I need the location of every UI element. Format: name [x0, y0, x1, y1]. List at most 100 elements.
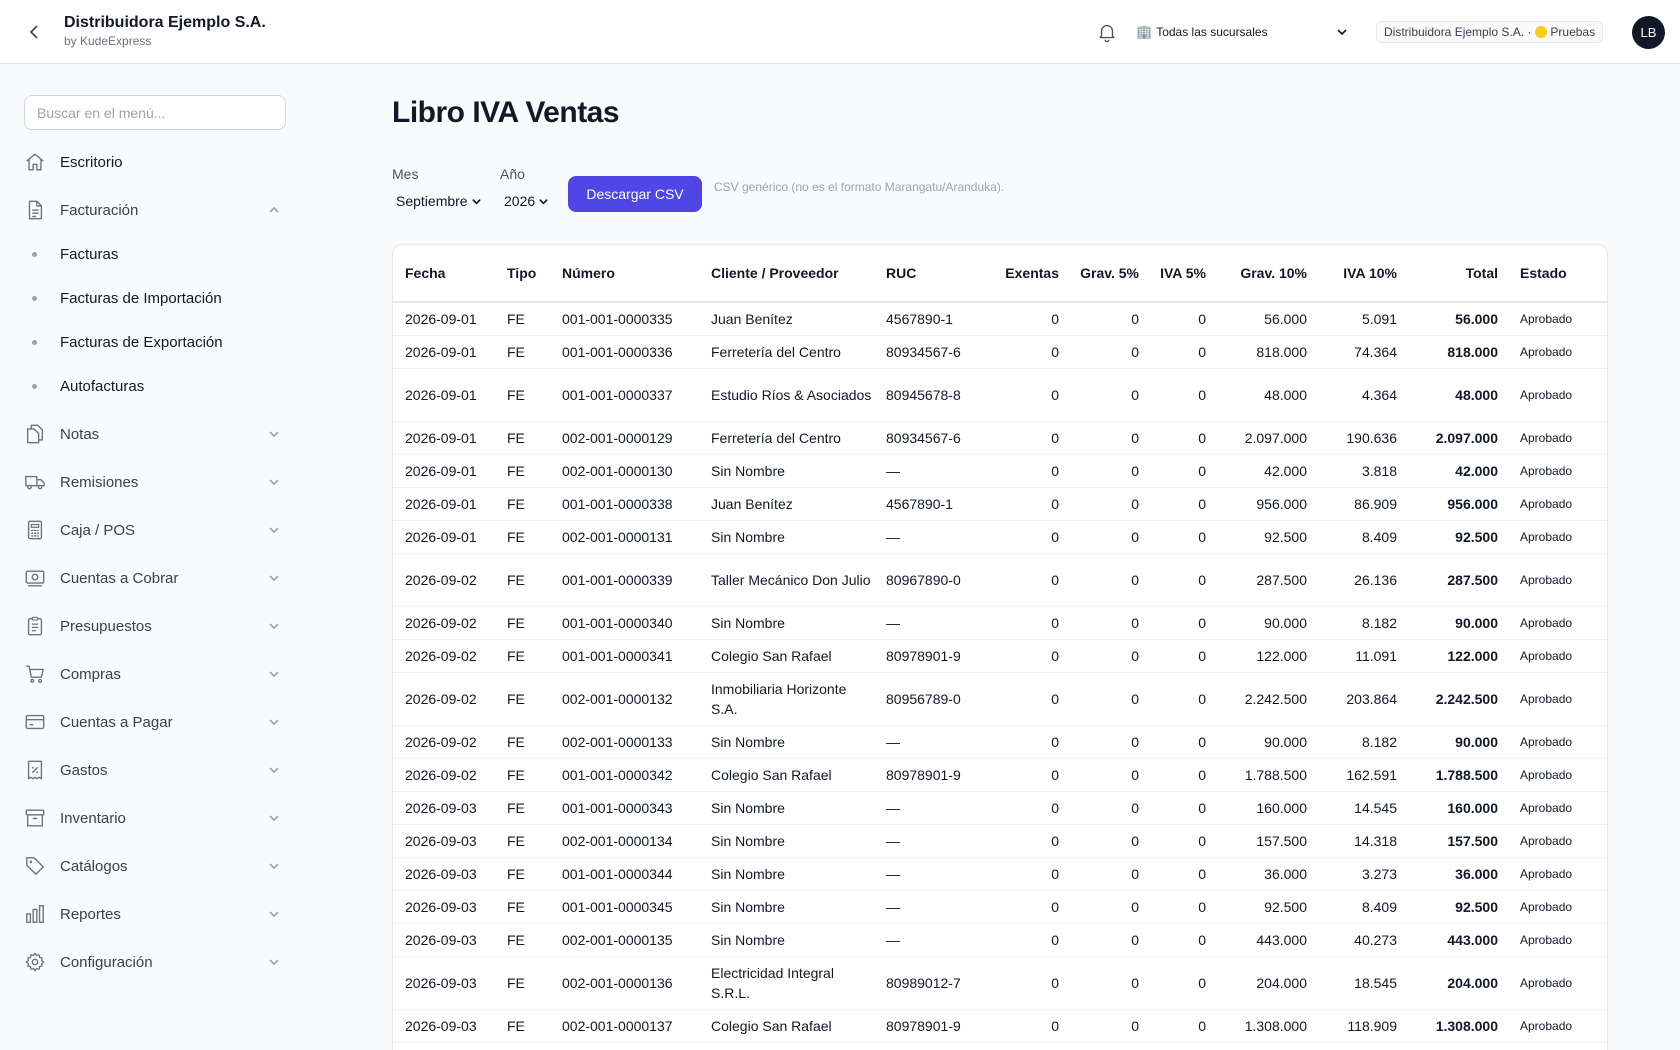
table-row[interactable]: 2026-09-03 FE 002-001-0000134 Sin Nombre —0 0… [393, 824, 1607, 858]
table-row[interactable]: 2026-09-02 FE 002-001-0000133 Sin Nombre —0 0… [393, 725, 1607, 759]
home-icon [24, 151, 46, 173]
env-dot-icon [1535, 26, 1548, 38]
table-cell: 48.000 [1403, 368, 1504, 422]
table-row[interactable]: 2026-09-02 FE 001-001-0000342 Colegio San R… [393, 758, 1607, 792]
sidebar-item-label: Presupuestos [60, 617, 152, 635]
sidebar-item-reportes[interactable]: Reportes [24, 894, 286, 934]
table-cell: 2026-09-01 [393, 454, 501, 488]
cash-icon [24, 567, 46, 589]
table-row[interactable]: 2026-09-03 FE 001-001-0000344 Sin Nombre —0 0… [393, 857, 1607, 891]
year-select[interactable]: 2026 [504, 190, 549, 212]
table-cell: FE [501, 758, 556, 792]
table-cell: 0 [985, 672, 1065, 726]
table-row[interactable]: 2026-09-03 FE 002-001-0000136 Electricidad … [393, 956, 1607, 1010]
sidebar-item-notas[interactable]: Notas [24, 414, 286, 454]
table-row[interactable]: 2026-09-03 FE 001-001-0000343 Sin Nombre —0 0… [393, 791, 1607, 825]
truck-icon [24, 471, 46, 493]
table-row[interactable]: 2026-09-01 FE 002-001-0000130 Sin Nombre —0 0… [393, 454, 1607, 488]
table-cell: Aprobado [1504, 857, 1607, 891]
copy-icon [24, 423, 46, 445]
table-header-row: Fecha Tipo Número Cliente / Proveedor RU… [393, 245, 1607, 302]
archive-icon [24, 807, 46, 829]
credit-card-icon [24, 711, 46, 733]
table-cell: Colegio San Rafael [705, 758, 880, 792]
table-row[interactable]: 2026-09-03 FE 002-001-0000137 Colegio San R… [393, 1009, 1607, 1043]
table-row[interactable]: 2026-09-02 FE 002-001-0000132 Inmobiliaria … [393, 672, 1607, 726]
menu-search-input[interactable] [24, 95, 286, 130]
sidebar-item-cuentas-pagar[interactable]: Cuentas a Pagar [24, 702, 286, 742]
table-cell: 90.000 [1403, 606, 1504, 640]
sidebar-item-configuracion[interactable]: Configuración [24, 942, 286, 982]
sidebar-subitem-facturas[interactable]: Facturas [32, 237, 286, 271]
sidebar-subitem-facturas-importacion[interactable]: Facturas de Importación [32, 281, 286, 315]
table-cell: Sin Nombre [705, 520, 880, 554]
table-cell: 0 [985, 791, 1065, 825]
sidebar-subitem-facturas-exportacion[interactable]: Facturas de Exportación [32, 325, 286, 359]
table-cell: 001-001-0000336 [556, 335, 705, 369]
table-cell: Aprobado [1504, 302, 1607, 336]
table-cell: 002-001-0000134 [556, 824, 705, 858]
sidebar-item-inventario[interactable]: Inventario [24, 798, 286, 838]
table-cell: 0 [1145, 302, 1212, 336]
table-row[interactable]: 2026-09-02 FE 001-001-0000341 Colegio San R… [393, 639, 1607, 673]
avatar[interactable]: LB [1632, 16, 1665, 49]
table-row[interactable]: 2026-09-02 FE 001-001-0000340 Sin Nombre —0 0… [393, 606, 1607, 640]
sidebar-subitem-autofacturas[interactable]: Autofacturas [32, 369, 286, 403]
table-row[interactable]: 2026-09-01 FE 001-001-0000337 Estudio Ríos … [393, 368, 1607, 422]
sidebar-item-facturacion[interactable]: Facturación [24, 190, 286, 230]
download-csv-button[interactable]: Descargar CSV [568, 176, 702, 212]
table-cell: FE [501, 368, 556, 422]
sidebar-item-remisiones[interactable]: Remisiones [24, 462, 286, 502]
table-cell: 2026-09-02 [393, 672, 501, 726]
chevron-down-icon [268, 716, 280, 728]
back-arrow-icon[interactable] [22, 20, 46, 44]
table-row[interactable]: 2026-09-02 FE 001-001-0000339 Taller Mecáni… [393, 553, 1607, 607]
table-row[interactable]: 2026-09-01 FE 001-001-0000336 Ferretería de… [393, 335, 1607, 369]
table-cell: FE [501, 890, 556, 924]
table-cell: 1.788.500 [1403, 758, 1504, 792]
chevron-up-icon [268, 204, 280, 216]
table-cell: 2026-09-03 [393, 824, 501, 858]
table-cell: 122.000 [1403, 639, 1504, 673]
column-header: Tipo [507, 265, 537, 281]
table-cell: 80956789-0 [880, 672, 985, 726]
table-cell: Colegio San Rafael [705, 1009, 880, 1043]
sidebar-item-cuentas-cobrar[interactable]: Cuentas a Cobrar [24, 558, 286, 598]
sidebar-item-presupuestos[interactable]: Presupuestos [24, 606, 286, 646]
sidebar: Escritorio Facturación Facturas Facturas… [0, 65, 310, 1050]
table-cell: FE [501, 791, 556, 825]
table-cell: 0 [1065, 302, 1145, 336]
table-cell: Sin Nombre [705, 890, 880, 924]
table-cell: 2.097.000 [1403, 421, 1504, 455]
table-cell: 287.500 [1403, 553, 1504, 607]
branch-selector[interactable]: 🏢 Todas las sucursales [1136, 18, 1352, 46]
sidebar-item-escritorio[interactable]: Escritorio [24, 142, 286, 182]
table-row[interactable]: 2026-09-03 FE 002-001-0000135 Sin Nombre —0 0… [393, 923, 1607, 957]
month-label: Mes [392, 166, 419, 182]
column-header: IVA 5% [1160, 265, 1206, 281]
column-header: Fecha [405, 265, 446, 281]
table-cell: 0 [985, 923, 1065, 957]
bar-chart-icon [24, 903, 46, 925]
sidebar-item-gastos[interactable]: Gastos [24, 750, 286, 790]
table-cell: Aprobado [1504, 520, 1607, 554]
table-row[interactable]: 2026-09-01 FE 001-001-0000335 Juan Benítez 4… [393, 302, 1607, 336]
sidebar-item-caja-pos[interactable]: Caja / POS [24, 510, 286, 550]
table-row[interactable]: 2026-09-01 FE 002-001-0000131 Sin Nombre —0 0… [393, 520, 1607, 554]
table-cell: 3.273 [1313, 857, 1403, 891]
table-cell: Aprobado [1504, 890, 1607, 924]
table-cell: 0 [1065, 487, 1145, 521]
table-row[interactable]: 2026-09-03 FE 001-001-0000345 Sin Nombre —0 0… [393, 890, 1607, 924]
table-cell: FE [501, 606, 556, 640]
table-cell: FE [501, 1009, 556, 1043]
sidebar-item-compras[interactable]: Compras [24, 654, 286, 694]
table-cell: 2026-09-02 [393, 553, 501, 607]
month-select[interactable]: Septiembre [396, 190, 482, 212]
table-row[interactable]: 2026-09-01 FE 001-001-0000338 Juan Benítez 4… [393, 487, 1607, 521]
bell-icon[interactable] [1096, 21, 1118, 43]
table-cell: — [880, 857, 985, 891]
table-cell: 0 [1145, 758, 1212, 792]
table-cell: 2.242.500 [1212, 672, 1313, 726]
table-row[interactable]: 2026-09-01 FE 002-001-0000129 Ferretería de… [393, 421, 1607, 455]
sidebar-item-catalogos[interactable]: Catálogos [24, 846, 286, 886]
